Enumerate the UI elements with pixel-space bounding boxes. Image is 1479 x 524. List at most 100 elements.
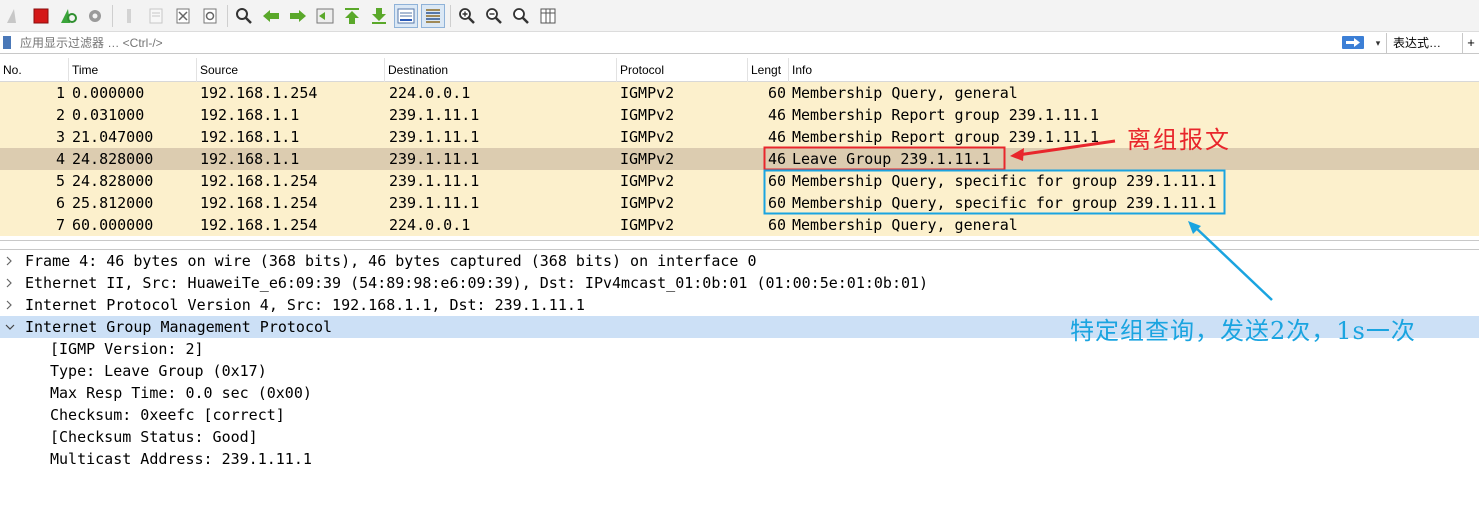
- packet-protocol: IGMPv2: [620, 194, 675, 212]
- zoom-out-icon[interactable]: [482, 4, 506, 28]
- packet-time: 25.812000: [72, 194, 154, 212]
- tree-field[interactable]: Checksum: 0xeefc [correct]: [0, 404, 1479, 426]
- column-header-info[interactable]: Info: [789, 58, 1479, 82]
- packet-row[interactable]: 3 21.047000 192.168.1.1 239.1.11.1 IGMPv…: [0, 126, 1479, 148]
- packet-length: 46: [768, 150, 787, 168]
- chevron-right-icon[interactable]: [5, 272, 17, 294]
- tree-field-label: Max Resp Time: 0.0 sec (0x00): [50, 384, 312, 402]
- open-file-icon[interactable]: [117, 4, 141, 28]
- first-packet-icon[interactable]: [340, 4, 364, 28]
- last-packet-icon[interactable]: [367, 4, 391, 28]
- packet-row-selected[interactable]: 4 24.828000 192.168.1.1 239.1.11.1 IGMPv…: [0, 148, 1479, 170]
- packet-length: 60: [768, 194, 787, 212]
- packet-no: 3: [55, 128, 65, 146]
- packet-destination: 239.1.11.1: [389, 150, 480, 168]
- stop-icon[interactable]: [29, 4, 53, 28]
- options-gear-icon[interactable]: [83, 4, 107, 28]
- shark-fin-start-icon[interactable]: [2, 4, 26, 28]
- packet-source: 192.168.1.1: [200, 128, 300, 146]
- filter-history-dropdown-icon[interactable]: ▾: [1371, 35, 1385, 51]
- go-to-packet-icon[interactable]: [313, 4, 337, 28]
- packet-row[interactable]: 2 0.031000 192.168.1.1 239.1.11.1 IGMPv2…: [0, 104, 1479, 126]
- packet-length: 60: [768, 172, 787, 190]
- main-toolbar: [0, 0, 1479, 32]
- column-header-source[interactable]: Source: [197, 58, 385, 82]
- packet-time: 21.047000: [72, 128, 154, 146]
- column-header-protocol[interactable]: Protocol: [617, 58, 748, 82]
- packet-destination: 224.0.0.1: [389, 216, 471, 234]
- packet-no: 6: [55, 194, 65, 212]
- packet-protocol: IGMPv2: [620, 84, 675, 102]
- add-filter-button[interactable]: +: [1462, 33, 1479, 53]
- colorize-icon[interactable]: [421, 3, 445, 28]
- bookmark-icon[interactable]: [3, 36, 11, 49]
- tree-field-label: [IGMP Version: 2]: [50, 340, 204, 358]
- tree-field[interactable]: Max Resp Time: 0.0 sec (0x00): [0, 382, 1479, 404]
- packet-time: 24.828000: [72, 172, 154, 190]
- autoscroll-icon[interactable]: [394, 3, 418, 28]
- tree-item-frame[interactable]: Frame 4: 46 bytes on wire (368 bits), 46…: [0, 250, 1479, 272]
- packet-length: 60: [768, 216, 787, 234]
- go-forward-icon[interactable]: [286, 4, 310, 28]
- packet-source: 192.168.1.1: [200, 150, 300, 168]
- find-icon[interactable]: [232, 4, 256, 28]
- specific-query-annotation: 特定组查询，发送2次，1s一次: [1070, 317, 1416, 345]
- packet-destination: 239.1.11.1: [389, 106, 480, 124]
- packet-time: 0.000000: [72, 84, 145, 102]
- tree-field[interactable]: Multicast Address: 239.1.11.1: [0, 448, 1479, 470]
- save-file-icon[interactable]: [144, 4, 168, 28]
- packet-destination: 224.0.0.1: [389, 84, 471, 102]
- packet-info: Membership Query, general: [792, 84, 1018, 102]
- tree-item-label: Internet Group Management Protocol: [25, 318, 333, 336]
- display-filter-bar: ▾ 表达式… +: [0, 33, 1479, 54]
- tree-item-label: Internet Protocol Version 4, Src: 192.16…: [25, 296, 585, 314]
- tree-item-ethernet[interactable]: Ethernet II, Src: HuaweiTe_e6:09:39 (54:…: [0, 272, 1479, 294]
- packet-protocol: IGMPv2: [620, 128, 675, 146]
- packet-no: 4: [55, 150, 65, 168]
- apply-filter-arrow-icon[interactable]: [1342, 36, 1364, 49]
- packet-list-header: No. Time Source Destination Protocol Len…: [0, 58, 1479, 82]
- column-header-time[interactable]: Time: [69, 58, 197, 82]
- resize-columns-icon[interactable]: [536, 4, 560, 28]
- packet-info: Membership Query, specific for group 239…: [792, 194, 1217, 212]
- packet-destination: 239.1.11.1: [389, 128, 480, 146]
- chevron-right-icon[interactable]: [5, 294, 17, 316]
- tree-field[interactable]: [Checksum Status: Good]: [0, 426, 1479, 448]
- packet-info: Membership Query, specific for group 239…: [792, 172, 1217, 190]
- column-header-destination[interactable]: Destination: [385, 58, 617, 82]
- packet-protocol: IGMPv2: [620, 106, 675, 124]
- packet-source: 192.168.1.254: [200, 194, 318, 212]
- packet-source: 192.168.1.1: [200, 106, 300, 124]
- toolbar-separator: [227, 4, 228, 27]
- packet-time: 0.031000: [72, 106, 145, 124]
- column-header-length[interactable]: Lengt: [748, 58, 789, 82]
- chevron-right-icon[interactable]: [5, 250, 17, 272]
- column-header-no[interactable]: No.: [0, 58, 69, 82]
- packet-row[interactable]: 5 24.828000 192.168.1.254 239.1.11.1 IGM…: [0, 170, 1479, 192]
- leave-group-annotation: 离组报文: [1127, 126, 1231, 154]
- pane-splitter[interactable]: [0, 240, 1479, 250]
- go-back-icon[interactable]: [259, 4, 283, 28]
- packet-destination: 239.1.11.1: [389, 194, 480, 212]
- packet-length: 46: [768, 106, 787, 124]
- packet-protocol: IGMPv2: [620, 216, 675, 234]
- packet-row[interactable]: 6 25.812000 192.168.1.254 239.1.11.1 IGM…: [0, 192, 1479, 214]
- packet-source: 192.168.1.254: [200, 216, 318, 234]
- packet-source: 192.168.1.254: [200, 84, 318, 102]
- packet-info: Leave Group 239.1.11.1: [792, 150, 991, 168]
- close-file-icon[interactable]: [171, 4, 195, 28]
- tree-field[interactable]: Type: Leave Group (0x17): [0, 360, 1479, 382]
- packet-time: 60.000000: [72, 216, 154, 234]
- chevron-down-icon[interactable]: [5, 316, 17, 338]
- packet-row[interactable]: 1 0.000000 192.168.1.254 224.0.0.1 IGMPv…: [0, 82, 1479, 104]
- packet-time: 24.828000: [72, 150, 154, 168]
- packet-info: Membership Query, general: [792, 216, 1018, 234]
- packet-row[interactable]: 7 60.000000 192.168.1.254 224.0.0.1 IGMP…: [0, 214, 1479, 236]
- expression-button[interactable]: 表达式…: [1386, 33, 1441, 53]
- tree-field-label: Multicast Address: 239.1.11.1: [50, 450, 312, 468]
- restart-icon[interactable]: [56, 4, 80, 28]
- reload-icon[interactable]: [198, 4, 222, 28]
- zoom-reset-icon[interactable]: [509, 4, 533, 28]
- zoom-in-icon[interactable]: [455, 4, 479, 28]
- display-filter-input[interactable]: [16, 34, 1346, 52]
